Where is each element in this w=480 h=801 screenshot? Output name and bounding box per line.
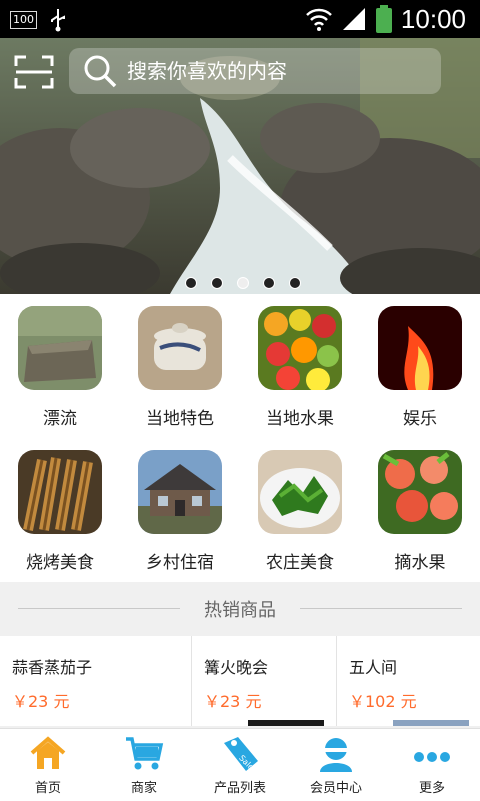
carousel-indicator <box>185 277 301 289</box>
user-icon <box>320 738 352 772</box>
product-card[interactable]: 篝火晚会 ￥23 元 <box>192 636 336 726</box>
divider <box>300 608 462 609</box>
category-label: 摘水果 <box>394 553 446 573</box>
category-local-fruit[interactable]: 当地水果 <box>240 294 360 429</box>
search-icon <box>84 55 117 88</box>
category-label: 当地水果 <box>266 409 334 429</box>
carousel-dot[interactable] <box>211 277 223 289</box>
fruit-picking-thumbnail <box>378 450 462 534</box>
tab-label: 首页 <box>34 781 61 796</box>
carousel-dot-active[interactable] <box>237 277 249 289</box>
tab-home[interactable]: 首页 <box>0 729 96 801</box>
category-rural-lodging[interactable]: 乡村住宿 <box>120 438 240 573</box>
rural-lodging-thumbnail <box>138 450 222 534</box>
category-farm-food[interactable]: 农庄美食 <box>240 438 360 573</box>
carousel-dot[interactable] <box>263 277 275 289</box>
category-label: 漂流 <box>43 409 77 429</box>
product-card[interactable]: 蒜香蒸茄子 ￥23 元 <box>0 636 191 726</box>
category-label: 娱乐 <box>403 409 437 429</box>
bbq-thumbnail <box>18 450 102 534</box>
farm-food-thumbnail <box>258 450 342 534</box>
category-label: 农庄美食 <box>266 553 334 573</box>
status-bar: 100 10:00 <box>0 0 480 38</box>
product-price: ￥102 元 <box>349 692 417 711</box>
category-entertainment[interactable]: 娱乐 <box>360 294 480 429</box>
category-grid: 漂流 当地特色 当地水果 娱乐 烧烤美食 乡村住宿 农庄美食 摘水果 <box>0 294 480 582</box>
more-icon <box>414 752 450 762</box>
scan-icon[interactable] <box>14 54 54 90</box>
bottom-tab-bar: 首页 商家 Sale 产品列表 会员中心 更多 <box>0 728 480 801</box>
category-rafting[interactable]: 漂流 <box>0 294 120 429</box>
category-label: 乡村住宿 <box>146 553 214 573</box>
tab-label: 商家 <box>130 781 157 796</box>
battery-percent-badge: 100 <box>10 11 37 29</box>
signal-icon <box>342 8 365 30</box>
tab-label: 更多 <box>418 781 445 796</box>
product-price: ￥23 元 <box>12 692 70 711</box>
entertainment-thumbnail <box>378 306 462 390</box>
product-name: 蒜香蒸茄子 <box>12 658 93 677</box>
local-fruit-thumbnail <box>258 306 342 390</box>
product-image-edge <box>248 720 324 726</box>
product-card[interactable]: 五人间 ￥102 元 <box>337 636 480 726</box>
carousel-dot[interactable] <box>289 277 301 289</box>
category-label: 烧烤美食 <box>26 553 94 573</box>
product-name: 五人间 <box>349 658 398 677</box>
wifi-icon <box>306 8 332 31</box>
home-icon <box>30 736 66 769</box>
rafting-thumbnail <box>18 306 102 390</box>
tab-more[interactable]: 更多 <box>384 729 480 801</box>
search-bar[interactable] <box>69 48 441 94</box>
hot-products-header: 热销商品 <box>0 582 480 636</box>
clock: 10:00 <box>400 4 466 34</box>
category-bbq[interactable]: 烧烤美食 <box>0 438 120 573</box>
tab-member-center[interactable]: 会员中心 <box>288 729 384 801</box>
section-title: 热销商品 <box>204 600 276 621</box>
product-image-edge <box>393 720 469 726</box>
sale-tag-icon: Sale <box>224 737 258 772</box>
usb-icon <box>51 9 65 32</box>
category-fruit-picking[interactable]: 摘水果 <box>360 438 480 573</box>
category-local-specialty[interactable]: 当地特色 <box>120 294 240 429</box>
product-price: ￥23 元 <box>204 692 262 711</box>
product-name: 篝火晚会 <box>204 658 269 677</box>
local-specialty-thumbnail <box>138 306 222 390</box>
tab-product-list[interactable]: Sale 产品列表 <box>192 729 288 801</box>
search-input[interactable] <box>125 58 429 84</box>
tab-merchants[interactable]: 商家 <box>96 729 192 801</box>
category-label: 当地特色 <box>146 409 214 429</box>
carousel-dot[interactable] <box>185 277 197 289</box>
tab-label: 会员中心 <box>309 781 362 796</box>
battery-icon <box>375 5 392 33</box>
cart-icon <box>126 737 164 770</box>
product-list: 蒜香蒸茄子 ￥23 元 篝火晚会 ￥23 元 五人间 ￥102 元 <box>0 636 480 726</box>
tab-label: 产品列表 <box>213 781 266 796</box>
